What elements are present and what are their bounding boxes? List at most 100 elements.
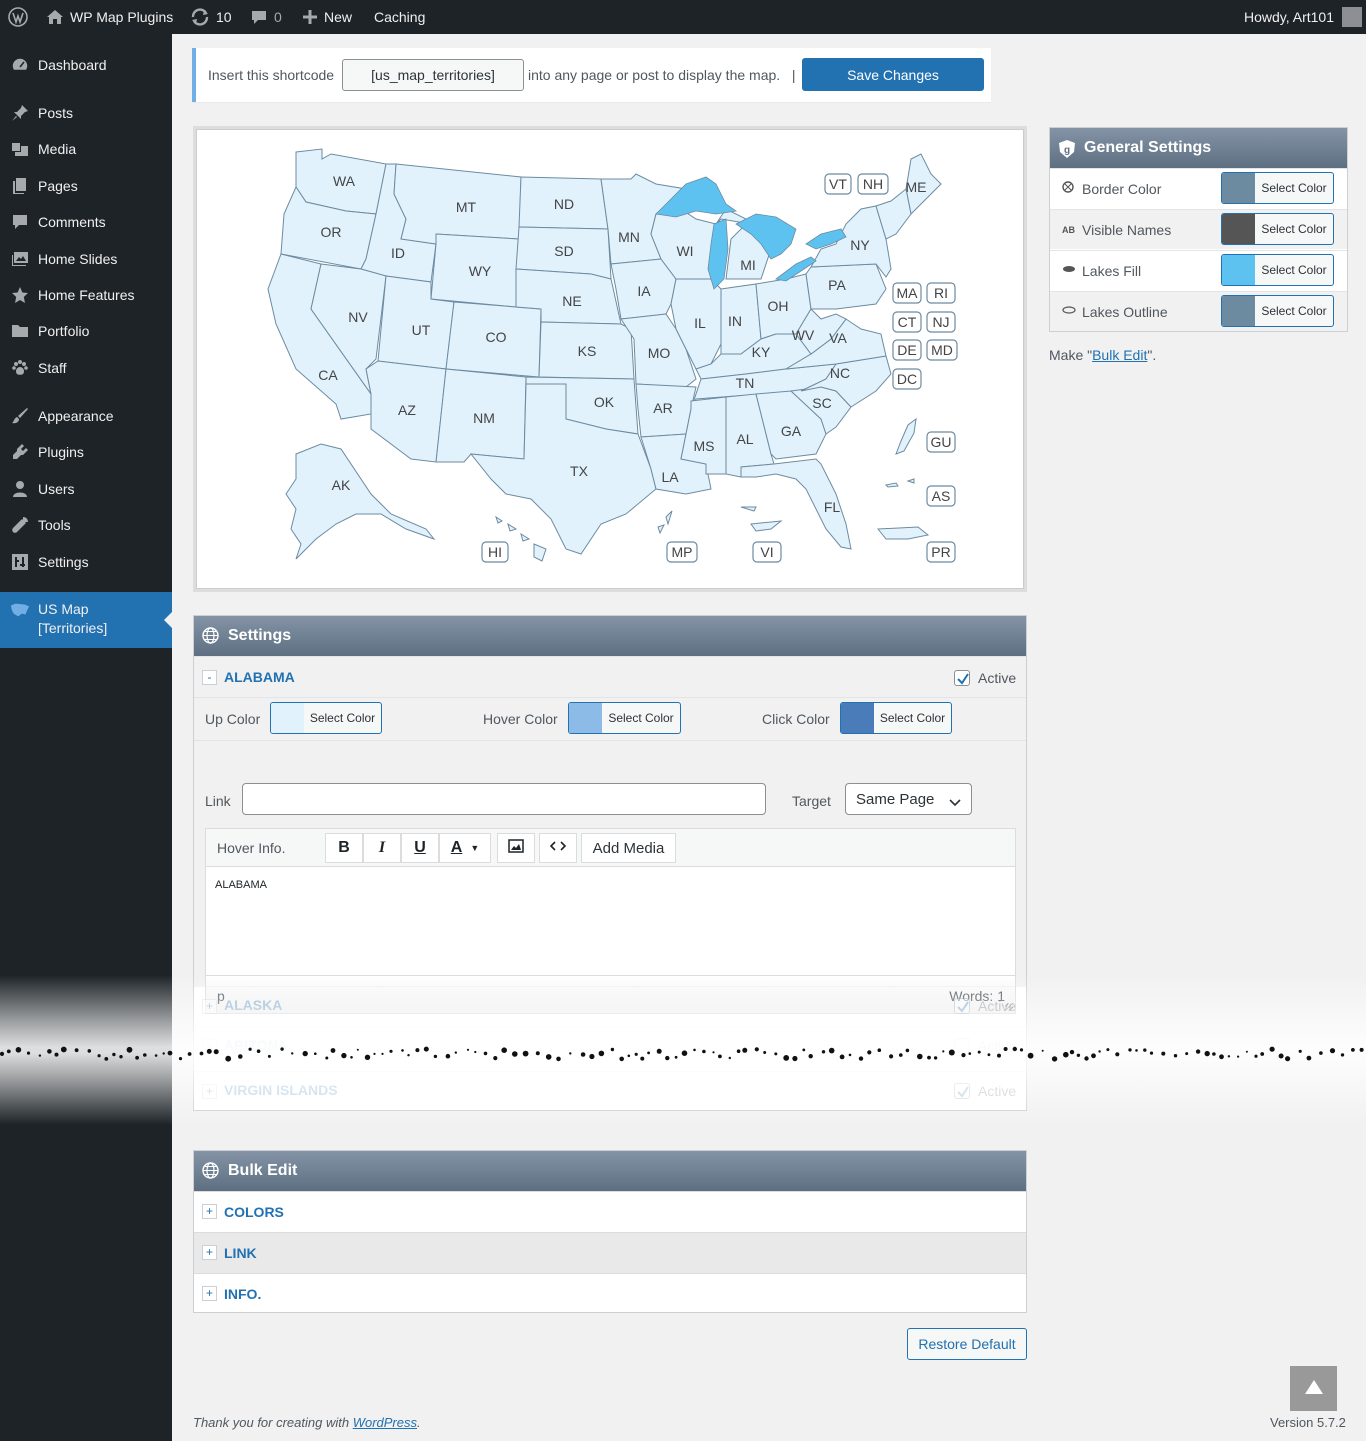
restore-default-button[interactable]: Restore Default (907, 1328, 1027, 1360)
chevron-down-icon: ▼ (470, 843, 480, 853)
state-MP[interactable] (657, 510, 673, 535)
lakes-fill-button[interactable]: Select Color (1221, 254, 1334, 286)
state-PA[interactable] (805, 263, 887, 310)
editor-content[interactable]: ALABAMA (215, 879, 267, 891)
state-VI[interactable] (740, 506, 783, 532)
expand-toggle[interactable]: + (202, 1245, 217, 1260)
underline-button[interactable]: U (401, 833, 439, 863)
expand-toggle[interactable]: + (202, 1084, 217, 1099)
menu-item-posts[interactable]: Posts (0, 95, 172, 131)
menu-label: Staff (38, 360, 67, 376)
hover-color-button[interactable]: Select Color (568, 702, 681, 734)
visible-names-button[interactable]: Select Color (1221, 213, 1334, 245)
menu-item-users[interactable]: Users (0, 471, 172, 507)
territory-PR[interactable]: PR (926, 541, 956, 563)
caching-link[interactable]: Caching (374, 0, 425, 34)
territory-GU[interactable]: GU (926, 431, 956, 453)
code-button[interactable] (539, 833, 577, 863)
wordpress-link[interactable]: WordPress (353, 1415, 417, 1430)
territory-RI[interactable]: RI (926, 282, 956, 304)
current-menu-arrow (164, 612, 172, 628)
menu-label: Comments (38, 214, 106, 230)
territory-VT[interactable]: VT (824, 173, 852, 195)
click-color-button[interactable]: Select Color (840, 702, 952, 734)
active-checkbox[interactable] (954, 670, 970, 686)
lakes-outline-button[interactable]: Select Color (1221, 295, 1334, 327)
state-PR[interactable] (876, 526, 930, 540)
collapse-toggle[interactable]: - (202, 670, 217, 685)
territory-DC[interactable]: DC (892, 368, 922, 390)
menu-item-appearance[interactable]: Appearance (0, 398, 172, 434)
menu-item-staff[interactable]: Staff (0, 350, 172, 386)
hover-color-label: Hover Color (483, 711, 558, 727)
menu-item-us-map-territories[interactable]: US Map [Territories] (0, 592, 172, 648)
expand-toggle[interactable]: + (202, 1286, 217, 1301)
menu-item-portfolio[interactable]: Portfolio (0, 313, 172, 349)
territory-CT[interactable]: CT (892, 311, 922, 333)
expand-toggle[interactable]: + (202, 999, 217, 1014)
bulk-edit-title: Bulk Edit (228, 1162, 298, 1179)
wordpress-logo-icon[interactable] (8, 0, 28, 34)
menu-item-media[interactable]: Media (0, 131, 172, 167)
territory-MA[interactable]: MA (892, 282, 922, 304)
menu-item-pages[interactable]: Pages (0, 168, 172, 204)
insert-image-button[interactable] (497, 833, 535, 863)
target-select[interactable]: Same Page (845, 783, 972, 815)
add-media-button[interactable]: Add Media (581, 833, 676, 863)
menu-label: Home Slides (38, 251, 118, 267)
state-section-alaska[interactable]: + ALASKA Active (194, 986, 1026, 1026)
menu-item-home-features[interactable]: Home Features (0, 277, 172, 313)
state-name: ALASKA (224, 997, 283, 1013)
target-value: Same Page (856, 790, 935, 808)
expand-toggle[interactable]: + (202, 1039, 217, 1054)
menu-item-home-slides[interactable]: Home Slides (0, 241, 172, 277)
territory-DE[interactable]: DE (892, 339, 922, 361)
menu-item-plugins[interactable]: Plugins (0, 434, 172, 470)
bold-button[interactable]: B (325, 833, 363, 863)
site-name-link[interactable]: WP Map Plugins (46, 0, 173, 34)
site-name: WP Map Plugins (70, 9, 174, 25)
active-checkbox[interactable] (954, 1083, 970, 1099)
italic-button[interactable]: I (363, 833, 401, 863)
up-color-button[interactable]: Select Color (270, 702, 382, 734)
territory-NH[interactable]: NH (857, 173, 889, 195)
text-color-button[interactable]: A ▼ (439, 833, 491, 863)
state-AS[interactable] (884, 478, 915, 488)
state-section-virgin-islands[interactable]: + VIRGIN ISLANDS Active (194, 1071, 1026, 1111)
settings-header: Settings (194, 616, 1026, 656)
bulk-link-row[interactable]: + LINK (194, 1232, 1026, 1273)
svg-text:VA: VA (829, 330, 847, 346)
territory-AS[interactable]: AS (926, 485, 956, 507)
updates-link[interactable]: 10 (190, 0, 232, 34)
bulk-edit-link[interactable]: Bulk Edit (1092, 347, 1147, 363)
user-account-link[interactable]: Howdy, Art101 (1244, 0, 1363, 34)
territory-VI[interactable]: VI (752, 541, 782, 563)
state-GU[interactable] (895, 417, 917, 455)
bulk-colors-row[interactable]: + COLORS (194, 1191, 1026, 1232)
territory-HI[interactable]: HI (481, 541, 509, 563)
menu-item-settings[interactable]: Settings (0, 544, 172, 580)
bulk-info-row[interactable]: + INFO. (194, 1273, 1026, 1314)
menu-item-dashboard[interactable]: Dashboard (0, 47, 172, 83)
link-input[interactable] (242, 783, 766, 815)
visible-names-label: Visible Names (1082, 221, 1172, 238)
active-checkbox[interactable] (954, 998, 970, 1014)
state-AK[interactable] (285, 443, 436, 560)
menu-item-tools[interactable]: Tools (0, 507, 172, 543)
save-changes-button[interactable]: Save Changes (802, 58, 984, 91)
scroll-to-top-button[interactable] (1290, 1366, 1337, 1411)
new-content-link[interactable]: New (302, 0, 352, 34)
active-checkbox[interactable] (954, 1038, 970, 1054)
svg-text:LA: LA (661, 469, 679, 485)
comments-link[interactable]: 0 (250, 0, 282, 34)
alabama-header[interactable]: - ALABAMA Active (194, 657, 1026, 697)
territory-MD[interactable]: MD (926, 339, 958, 361)
expand-toggle[interactable]: + (202, 1204, 217, 1219)
territory-NJ[interactable]: NJ (926, 311, 956, 333)
territory-MP[interactable]: MP (666, 541, 698, 563)
shortcode-field[interactable]: [us_map_territories] (342, 59, 524, 91)
menu-item-comments[interactable]: Comments (0, 204, 172, 240)
svg-text:HI: HI (488, 544, 502, 560)
border-color-button[interactable]: Select Color (1221, 172, 1334, 204)
state-section-arizona[interactable]: + ARIZONA Active (194, 1026, 1026, 1066)
